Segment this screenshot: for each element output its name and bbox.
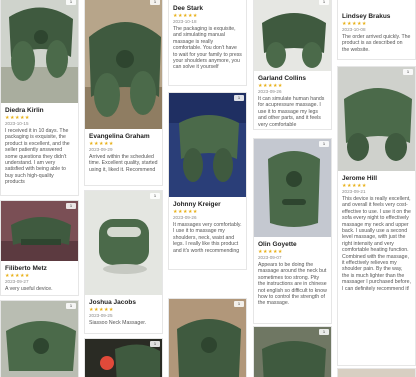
review-card[interactable]: Dee Stark ★★★★★ 2023-10-18 The packaging… [168, 0, 247, 86]
review-date: 2023-10-15 [5, 121, 29, 126]
review-card[interactable]: 1 [253, 326, 332, 377]
review-photo[interactable]: 1 [1, 201, 78, 261]
reviewer-name: Joshua Jacobs [89, 299, 136, 306]
review-card[interactable]: 1 Filiberto Metz ★★★★★ 2023-09-27 A very… [0, 200, 79, 296]
review-date: 2023-09-29 [89, 147, 113, 152]
image-count-badge: 1 [319, 0, 329, 5]
image-count-badge: 1 [234, 95, 244, 101]
reviewer-name: Garland Collins [258, 75, 307, 82]
review-date: 2023-09-07 [258, 255, 282, 260]
review-text: The packaging is exquisite, and simulati… [173, 26, 242, 71]
review-card[interactable]: 1 Joshua Jacobs ★★★★★ 2023-09-25 Siassoo… [84, 190, 163, 334]
reviewer-name: Filiberto Metz [5, 265, 47, 272]
image-count-badge: 1 [66, 203, 76, 209]
review-text: I received it in 10 days. The packaging … [5, 128, 70, 186]
review-photo[interactable] [338, 369, 415, 377]
review-date: 2023-09-25 [89, 313, 113, 318]
image-count-badge: 1 [150, 341, 160, 347]
reviewer-name: Johnny Kreiger [173, 201, 221, 208]
review-text: The order arrived quickly. The product i… [342, 34, 411, 53]
review-photo[interactable]: 1 [254, 139, 331, 237]
reviewer-name: Jerome Hill [342, 175, 378, 182]
review-date: 2023-09-26 [258, 89, 282, 94]
review-card[interactable]: 1 Diedra Kirlin ★★★★★ 2023-10-15 I recei… [0, 0, 79, 196]
image-count-badge: 1 [403, 69, 413, 75]
reviewer-name: Olin Goyette [258, 241, 297, 248]
reviewer-name: Dee Stark [173, 5, 203, 12]
reviewer-name: Diedra Kirlin [5, 107, 44, 114]
review-card[interactable]: 1 Jerome Hill ★★★★★ 2023-09-21 This devi… [337, 66, 416, 366]
image-count-badge: 1 [319, 329, 329, 335]
review-photo[interactable]: 1 [169, 299, 246, 377]
review-photo[interactable]: 1 [85, 0, 162, 129]
image-count-badge: 1 [66, 0, 76, 5]
review-card[interactable]: 1 Johnny Kreiger ★★★★★ 2023-09-26 It mas… [168, 92, 247, 270]
review-photo[interactable]: 1 [338, 67, 415, 171]
review-date: 2023-10-18 [173, 19, 197, 24]
reviewer-name: Evangelina Graham [89, 133, 150, 140]
review-date: 2023-10-08 [342, 27, 366, 32]
review-card[interactable] [337, 368, 416, 377]
review-photo[interactable]: 1 [85, 191, 162, 295]
review-card[interactable]: 1 Garland Collins ★★★★★ 2023-09-26 It ca… [253, 0, 332, 130]
image-count-badge: 1 [150, 193, 160, 199]
image-count-badge: 1 [150, 0, 160, 5]
review-photo-wall: 1 Diedra Kirlin ★★★★★ 2023-10-15 I recei… [0, 0, 416, 377]
review-photo[interactable]: 1 [1, 301, 78, 377]
review-text: This device is really excellent, and ove… [342, 196, 411, 292]
review-photo[interactable]: 1 [254, 327, 331, 377]
review-text: It can simulate human hands for acupress… [258, 96, 325, 128]
review-date: 2023-09-27 [5, 279, 29, 284]
review-text: Arrived within the scheduled time. Excel… [89, 154, 158, 173]
image-count-badge: 1 [66, 303, 76, 309]
review-text: Siassoo Neck Massager. [89, 320, 147, 326]
review-photo[interactable]: 1 [254, 0, 331, 71]
review-photo[interactable]: 1 [1, 0, 78, 103]
review-date: 2023-09-26 [173, 215, 197, 220]
image-count-badge: 1 [234, 301, 244, 307]
review-card[interactable]: 1 [84, 338, 163, 377]
review-card[interactable]: 1 Evangelina Graham ★★★★★ 2023-09-29 Arr… [84, 0, 163, 186]
review-card[interactable]: 1 Olin Goyette ★★★★★ 2023-09-07 Appears … [253, 138, 332, 324]
review-card[interactable]: 1 [168, 298, 247, 377]
review-text: A very useful device. [5, 286, 53, 292]
reviewer-name: Lindsey Brakus [342, 13, 391, 20]
review-card[interactable]: 1 [0, 300, 79, 377]
review-photo[interactable]: 1 [85, 339, 162, 377]
image-count-badge: 1 [319, 141, 329, 147]
review-date: 2023-09-21 [342, 189, 366, 194]
review-photo[interactable]: 1 [169, 93, 246, 197]
review-card[interactable]: Lindsey Brakus ★★★★★ 2023-10-08 The orde… [337, 0, 416, 60]
review-text: Appears to be doing the massage around t… [258, 262, 327, 307]
review-text: It massages very comfortably. I use it t… [173, 222, 242, 254]
